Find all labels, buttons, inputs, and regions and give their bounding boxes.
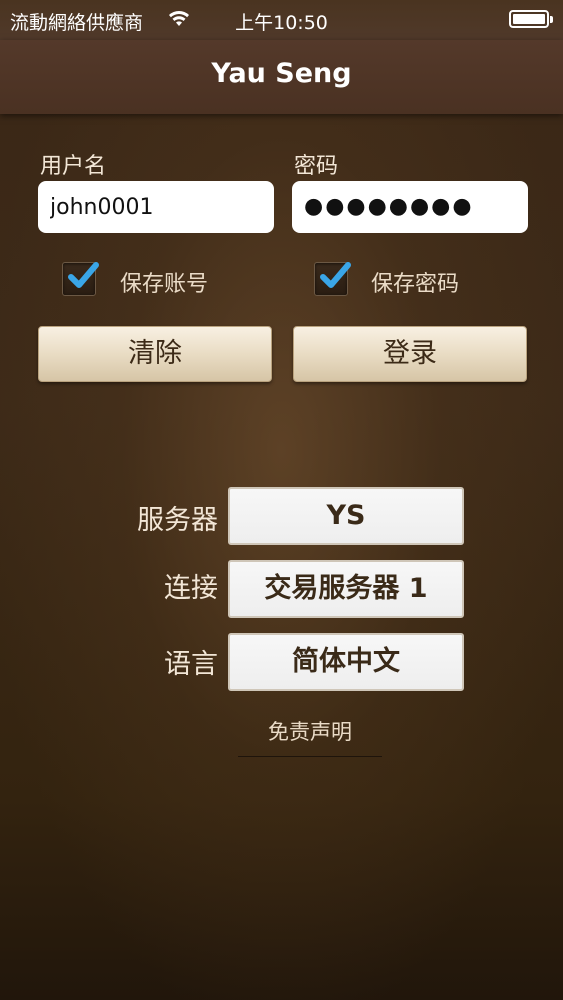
username-input[interactable] [38, 181, 274, 233]
save-password-label: 保存密码 [371, 272, 460, 297]
save-account-label: 保存账号 [120, 272, 209, 297]
language-select[interactable]: 简体中文 [228, 633, 464, 691]
save-password-checkbox[interactable] [314, 262, 351, 296]
server-label: 服务器 [137, 505, 218, 536]
password-mask: ●●●●●●●● [304, 194, 474, 219]
navigation-bar: Yau Seng [0, 40, 563, 114]
login-button[interactable]: 登录 [293, 326, 527, 382]
disclaimer-link[interactable]: 免责声明 [238, 716, 382, 757]
username-label: 用户名 [40, 154, 107, 179]
connection-select[interactable]: 交易服务器 1 [228, 560, 464, 618]
password-input[interactable]: ●●●●●●●● [292, 181, 528, 233]
connection-label: 连接 [164, 573, 218, 604]
password-label: 密码 [294, 154, 339, 179]
server-select[interactable]: YS [228, 487, 464, 545]
clear-button[interactable]: 清除 [38, 326, 272, 382]
status-time: 上午10:50 [235, 12, 328, 34]
page-title: Yau Seng [211, 58, 352, 89]
status-bar: 流動網絡供應商 上午10:50 [0, 0, 563, 40]
save-account-checkbox[interactable] [62, 262, 99, 296]
checkmark-icon [320, 262, 351, 288]
app-screen: 流動網絡供應商 上午10:50 Yau Seng 用户名 密码 ●●●●●●●●… [0, 0, 563, 1000]
checkmark-icon [68, 262, 99, 288]
battery-icon [509, 10, 553, 28]
language-label: 语言 [164, 649, 218, 680]
